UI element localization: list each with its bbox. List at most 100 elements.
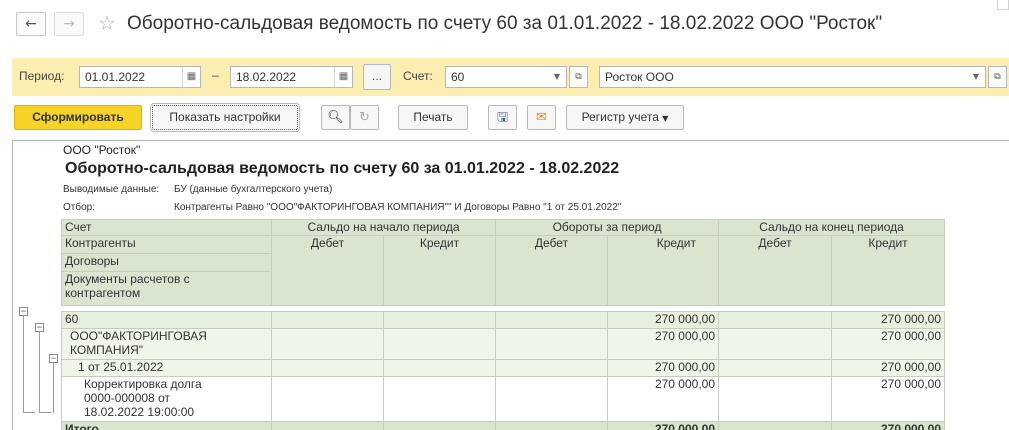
calendar-icon[interactable]: ▦ bbox=[182, 67, 200, 87]
cell-value bbox=[495, 359, 608, 377]
cell-value bbox=[383, 328, 496, 360]
title-bar: ← → ☆ Оборотно-сальдовая ведомость по сч… bbox=[0, 0, 1009, 52]
account-label: Счет: bbox=[403, 69, 433, 83]
header-closing-balance: Сальдо на конец периода bbox=[718, 219, 946, 236]
cell-value bbox=[271, 359, 384, 377]
header-documents: Документы расчетов с контрагентом bbox=[61, 271, 272, 306]
cell-value bbox=[718, 328, 833, 360]
print-button[interactable]: Печать bbox=[398, 105, 468, 130]
save-button[interactable]: 🖫 bbox=[488, 105, 517, 130]
show-settings-button[interactable]: Показать настройки bbox=[150, 103, 300, 132]
header-credit: Кредит bbox=[831, 235, 946, 306]
forward-button[interactable]: → bbox=[54, 12, 84, 36]
header-debit: Дебет bbox=[495, 235, 608, 306]
cell-value bbox=[495, 328, 608, 360]
date-to-value: 18.02.2022 bbox=[236, 70, 297, 84]
filter-label: Отбор: bbox=[63, 202, 95, 213]
filter-bar: Период: 01.01.2022 ▦ – 18.02.2022 ▦ ... … bbox=[12, 58, 1009, 96]
open-account-button[interactable]: ⧉ bbox=[569, 66, 588, 88]
header-account: Счет bbox=[61, 219, 272, 236]
tree-line bbox=[39, 412, 51, 413]
chevron-down-icon: ▼ bbox=[662, 114, 669, 123]
cell-value: 270 000,00 bbox=[606, 328, 720, 360]
row-document[interactable]: Корректировка долга 0000-000008 от 18.02… bbox=[61, 376, 272, 422]
total-label: Итого bbox=[61, 421, 272, 430]
report-area[interactable]: ООО "Росток" Оборотно-сальдовая ведомост… bbox=[12, 140, 1009, 430]
cell-value bbox=[718, 311, 833, 329]
row-account: 60 bbox=[61, 311, 272, 329]
cell-value bbox=[271, 328, 384, 360]
register-button[interactable]: Регистр учета ▼ bbox=[566, 105, 684, 130]
cell-value: 270 000,00 bbox=[831, 376, 946, 422]
generate-button[interactable]: Сформировать bbox=[14, 105, 142, 130]
outline-tree: − − − bbox=[13, 141, 61, 430]
search-cancel-icon: ↻ bbox=[359, 110, 370, 125]
back-button[interactable]: ← bbox=[16, 12, 46, 36]
date-from-field[interactable]: 01.01.2022 ▦ bbox=[79, 66, 201, 88]
total-closing-credit: 270 000,00 bbox=[831, 421, 946, 430]
cell-value bbox=[718, 359, 833, 377]
window-title: Оборотно-сальдовая ведомость по счету 60… bbox=[127, 13, 883, 34]
collapse-icon[interactable]: − bbox=[35, 323, 44, 332]
header-credit: Кредит bbox=[383, 235, 496, 306]
chevron-down-icon[interactable]: ▼ bbox=[967, 67, 985, 87]
search-button[interactable]: 🔍︎ bbox=[321, 105, 350, 130]
cell-value bbox=[383, 376, 496, 422]
date-from-value: 01.01.2022 bbox=[85, 70, 146, 84]
toolbar: Сформировать Показать настройки 🔍︎ ↻ Печ… bbox=[0, 100, 1009, 136]
filter-value: Контрагенты Равно "ООО"ФАКТОРИНГОВАЯ КОМ… bbox=[174, 202, 622, 213]
output-data-label: Выводимые данные: bbox=[63, 184, 160, 195]
open-organization-button[interactable]: ⧉ bbox=[988, 66, 1007, 88]
header-credit: Кредит bbox=[606, 235, 720, 306]
register-label: Регистр учета bbox=[581, 110, 659, 124]
date-to-field[interactable]: 18.02.2022 ▦ bbox=[230, 66, 353, 88]
cell-value bbox=[271, 311, 384, 329]
report-title: Оборотно-сальдовая ведомость по счету 60… bbox=[65, 160, 620, 177]
report-organization: ООО "Росток" bbox=[63, 143, 141, 157]
tree-line bbox=[39, 331, 40, 413]
tree-line bbox=[23, 412, 35, 413]
envelope-icon: ✉ bbox=[536, 110, 547, 125]
header-contracts: Договоры bbox=[61, 253, 272, 272]
collapse-icon[interactable]: − bbox=[49, 354, 58, 363]
table-row[interactable]: Корректировка долга 0000-000008 от 18.02… bbox=[61, 376, 946, 422]
star-icon[interactable]: ☆ bbox=[98, 11, 116, 35]
total-row: Итого 270 000,00 270 000,00 bbox=[61, 421, 946, 430]
tree-line bbox=[23, 314, 24, 413]
cell-value bbox=[495, 376, 608, 422]
arrow-right-icon: → bbox=[63, 16, 75, 32]
collapse-icon[interactable]: − bbox=[19, 307, 28, 316]
period-select-button[interactable]: ... bbox=[363, 64, 391, 90]
cell-value bbox=[383, 359, 496, 377]
account-field[interactable]: 60 ▼ bbox=[445, 66, 567, 88]
row-contract: 1 от 25.01.2022 bbox=[61, 359, 272, 377]
ledger-table: Счет Сальдо на начало периода Обороты за… bbox=[61, 219, 946, 430]
period-dash: – bbox=[212, 68, 219, 82]
cell-value: 270 000,00 bbox=[831, 359, 946, 377]
output-data-value: БУ (данные бухгалтерского учета) bbox=[174, 184, 333, 195]
chevron-down-icon[interactable]: ▼ bbox=[548, 67, 566, 87]
period-label: Период: bbox=[19, 69, 65, 83]
row-counterparty: ООО"ФАКТОРИНГОВАЯ КОМПАНИЯ" bbox=[61, 328, 272, 360]
calendar-icon[interactable]: ▦ bbox=[334, 67, 352, 87]
cell-value bbox=[383, 311, 496, 329]
cell-value: 270 000,00 bbox=[606, 359, 720, 377]
organization-field[interactable]: Росток ООО ▼ bbox=[599, 66, 986, 88]
open-icon: ⧉ bbox=[575, 72, 582, 82]
total-turnover-credit: 270 000,00 bbox=[606, 421, 720, 430]
arrow-left-icon: ← bbox=[25, 16, 37, 32]
table-row[interactable]: 60 270 000,00 270 000,00 bbox=[61, 311, 946, 329]
table-row[interactable]: 1 от 25.01.2022 270 000,00 270 000,00 bbox=[61, 359, 946, 377]
header-opening-balance: Сальдо на начало периода bbox=[271, 219, 496, 236]
email-button[interactable]: ✉ bbox=[527, 105, 556, 130]
search-cancel-button[interactable]: ↻ bbox=[350, 105, 379, 130]
header-counterparties: Контрагенты bbox=[61, 235, 272, 254]
cell-value: 270 000,00 bbox=[831, 311, 946, 329]
header-debit: Дебет bbox=[718, 235, 833, 306]
open-icon: ⧉ bbox=[994, 72, 1001, 82]
account-value: 60 bbox=[451, 70, 465, 84]
window-corner bbox=[997, 0, 1009, 10]
header-turnover: Обороты за период bbox=[494, 219, 720, 236]
table-row[interactable]: ООО"ФАКТОРИНГОВАЯ КОМПАНИЯ" 270 000,00 2… bbox=[61, 328, 946, 360]
tree-line bbox=[53, 363, 54, 413]
